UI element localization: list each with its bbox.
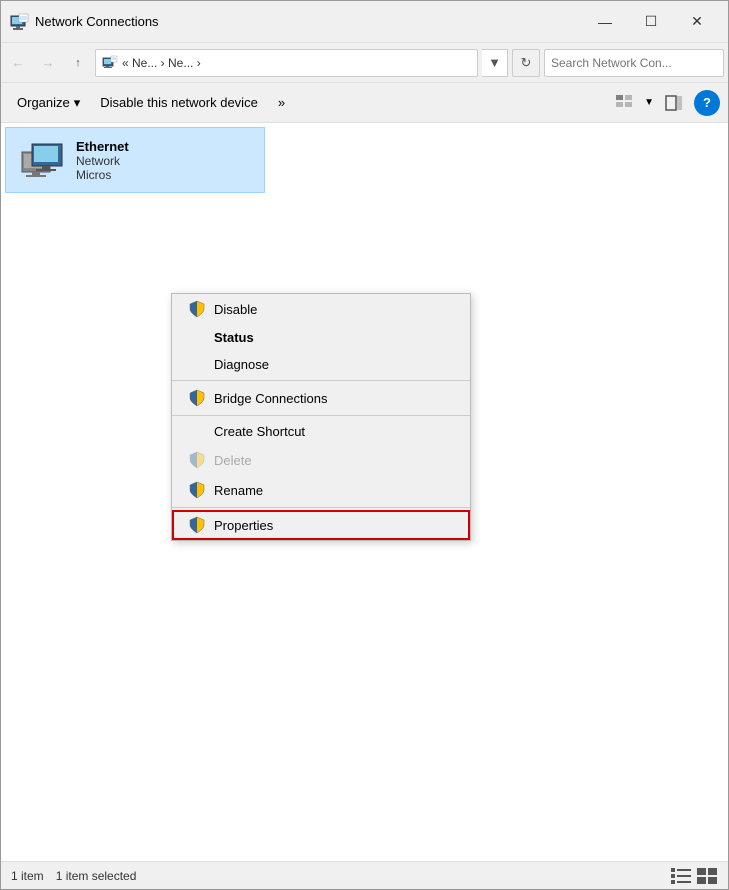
shield-icon-bridge (188, 389, 206, 407)
ctx-disable[interactable]: Disable (172, 294, 470, 324)
ethernet-icon (18, 136, 66, 184)
organize-button[interactable]: Organize ▾ (9, 91, 88, 115)
organize-arrow-icon: ▾ (74, 95, 81, 111)
address-icon (102, 55, 118, 71)
tiles-view-icon[interactable] (696, 867, 718, 885)
ethernet-info: Ethernet Network Micros (76, 139, 129, 182)
organize-label: Organize (17, 95, 70, 110)
ctx-separator-2 (172, 415, 470, 416)
address-path: « Ne... › Ne... › (122, 56, 201, 70)
minimize-button[interactable]: — (582, 7, 628, 37)
toolbar: Organize ▾ Disable this network device »… (1, 83, 728, 123)
ethernet-type: Micros (76, 168, 129, 182)
ctx-disable-label: Disable (214, 302, 257, 317)
ctx-properties-label: Properties (214, 518, 273, 533)
address-box: « Ne... › Ne... › (95, 49, 478, 77)
address-dropdown[interactable]: ▼ (482, 49, 508, 77)
more-label: » (278, 95, 285, 110)
titlebar: Network Connections — ☐ ✕ (1, 1, 728, 43)
details-view-icon[interactable] (670, 867, 692, 885)
maximize-button[interactable]: ☐ (628, 7, 674, 37)
shield-icon-disable (188, 300, 206, 318)
disable-device-label: Disable this network device (100, 95, 258, 110)
more-button[interactable]: » (270, 91, 293, 114)
close-button[interactable]: ✕ (674, 7, 720, 37)
refresh-button[interactable]: ↻ (512, 49, 540, 77)
ctx-diagnose[interactable]: Diagnose (172, 351, 470, 378)
ctx-separator-1 (172, 380, 470, 381)
content-area: Ethernet Network Micros Disable Status (1, 123, 728, 861)
item-count: 1 item (11, 869, 44, 883)
shield-icon-rename (188, 481, 206, 499)
ctx-shortcut[interactable]: Create Shortcut (172, 418, 470, 445)
disable-device-button[interactable]: Disable this network device (92, 91, 266, 114)
ethernet-item[interactable]: Ethernet Network Micros (5, 127, 265, 193)
addressbar: ← → ↑ « Ne... › Ne... › ▼ ↻ (1, 43, 728, 83)
preview-pane-button[interactable] (658, 89, 690, 117)
search-input[interactable] (544, 49, 724, 77)
back-button[interactable]: ← (5, 50, 31, 76)
view-dropdown-icon[interactable]: ▼ (644, 97, 654, 108)
ctx-separator-3 (172, 507, 470, 508)
shield-icon-properties (188, 516, 206, 534)
ethernet-name: Ethernet (76, 139, 129, 154)
window-icon (9, 12, 29, 32)
ctx-diagnose-label: Diagnose (214, 357, 269, 372)
help-button[interactable]: ? (694, 90, 720, 116)
ctx-delete[interactable]: Delete (172, 445, 470, 475)
ethernet-status: Network (76, 154, 129, 168)
preview-icon (664, 93, 684, 113)
ctx-delete-label: Delete (214, 453, 252, 468)
ctx-bridge-label: Bridge Connections (214, 391, 327, 406)
item-selected: 1 item selected (56, 869, 137, 883)
statusbar: 1 item 1 item selected (1, 861, 728, 889)
ctx-bridge[interactable]: Bridge Connections (172, 383, 470, 413)
ctx-shortcut-label: Create Shortcut (214, 424, 305, 439)
shield-icon-delete (188, 451, 206, 469)
window-controls: — ☐ ✕ (582, 7, 720, 37)
window: Network Connections — ☐ ✕ ← → ↑ « Ne... … (0, 0, 729, 890)
up-button[interactable]: ↑ (65, 50, 91, 76)
ctx-properties[interactable]: Properties (172, 510, 470, 540)
view-icon (614, 93, 634, 113)
statusbar-view-icons (670, 867, 718, 885)
context-menu: Disable Status Diagnose Bridge Connectio… (171, 293, 471, 541)
ctx-status-label: Status (214, 330, 254, 345)
forward-button[interactable]: → (35, 50, 61, 76)
ctx-rename[interactable]: Rename (172, 475, 470, 505)
ctx-rename-label: Rename (214, 483, 263, 498)
ctx-status[interactable]: Status (172, 324, 470, 351)
window-title: Network Connections (35, 14, 582, 29)
change-view-button[interactable] (608, 89, 640, 117)
